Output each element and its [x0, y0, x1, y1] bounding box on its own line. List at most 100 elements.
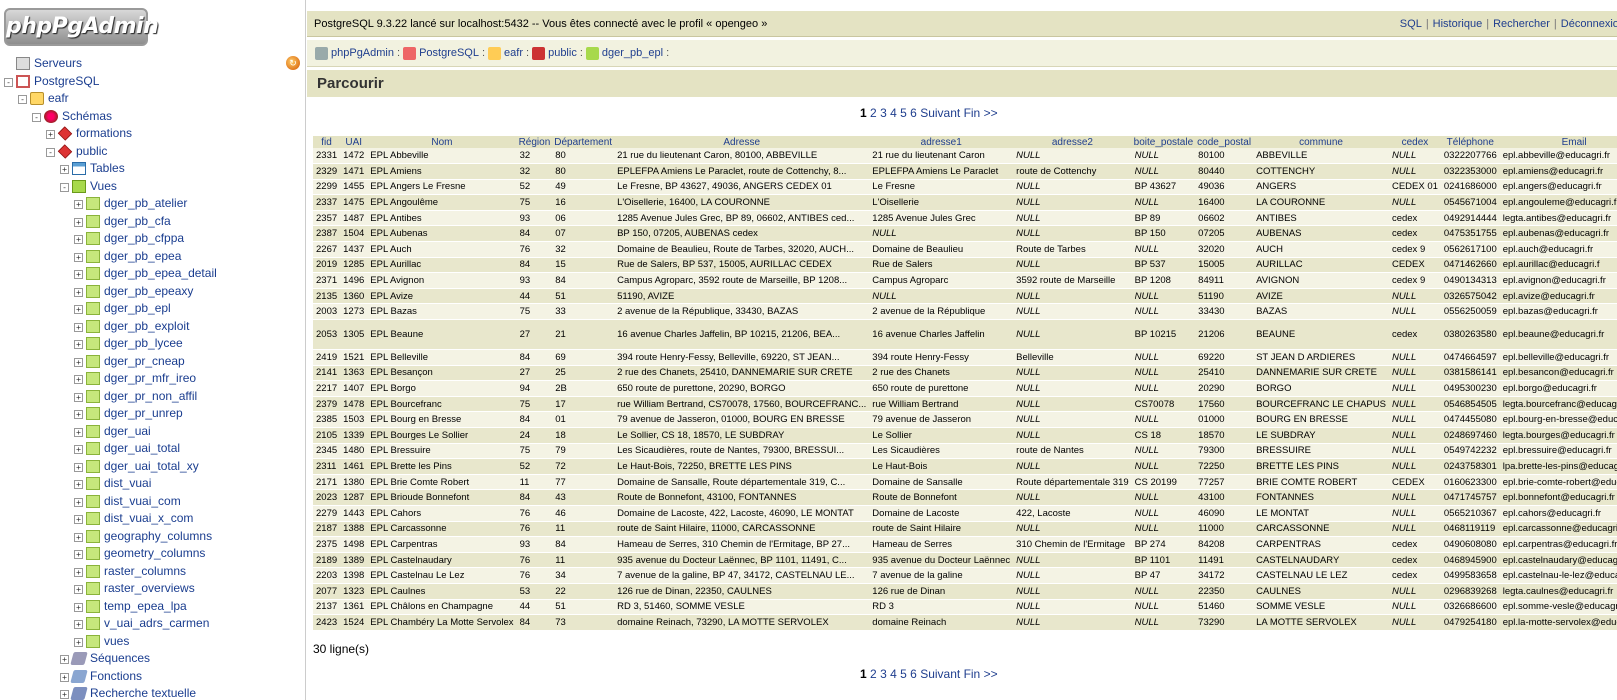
expand-icon[interactable]: +: [74, 375, 83, 384]
column-header[interactable]: Email: [1499, 136, 1617, 148]
tree-item-v-uai-adrs-carmen[interactable]: + v_uai_adrs_carmen: [0, 615, 305, 633]
next-page-link[interactable]: Suivant: [920, 106, 960, 120]
tree-item-label[interactable]: PostgreSQL: [34, 73, 99, 90]
collapse-icon[interactable]: -: [46, 147, 55, 157]
tree-item-label[interactable]: dger_uai_total_xy: [104, 458, 199, 475]
tree-item-label[interactable]: dger_pb_cfppa: [104, 230, 184, 247]
column-header[interactable]: Adresse: [614, 136, 870, 148]
phppgadmin-logo[interactable]: phpPgAdmin: [4, 8, 159, 46]
table-row[interactable]: 2423 1524 EPL Chambéry La Motte Servolex 84…: [313, 614, 1617, 631]
breadcrumb-item[interactable]: public: [548, 47, 577, 59]
column-header[interactable]: commune: [1253, 136, 1389, 148]
tree-item-dger-pr-mfr-ireo[interactable]: + dger_pr_mfr_ireo: [0, 370, 305, 388]
table-row[interactable]: 2345 1480 EPL Bressuire 75 79 Les Sicaudières…: [313, 443, 1617, 460]
tree-item-label[interactable]: dger_pb_epl: [104, 300, 171, 317]
expand-icon[interactable]: +: [74, 252, 83, 262]
expand-icon[interactable]: +: [74, 287, 83, 297]
table-row[interactable]: 2003 1273 EPL Bazas 75 33 2 avenue de la Répu…: [313, 303, 1617, 321]
table-row[interactable]: 2379 1478 EPL Bourcefranc 75 17 rue William B…: [313, 396, 1617, 413]
collapse-icon[interactable]: -: [18, 95, 27, 104]
page-link[interactable]: 4: [890, 106, 897, 120]
tree-item-label[interactable]: dist_vuai_com: [104, 493, 181, 510]
breadcrumb-item[interactable]: eafr: [504, 47, 523, 59]
column-header[interactable]: Région: [516, 136, 553, 148]
search-link[interactable]: Rechercher: [1493, 18, 1550, 30]
logout-link[interactable]: Déconnexion: [1561, 18, 1617, 30]
expand-icon[interactable]: +: [60, 165, 69, 174]
expand-icon[interactable]: +: [74, 637, 83, 647]
table-row[interactable]: 2105 1339 EPL Bourges Le Sollier 24 18 Le Sol…: [313, 427, 1617, 444]
table-row[interactable]: 2171 1380 EPL Brie Comte Robert 11 77 Domaine…: [313, 474, 1617, 491]
table-row[interactable]: 2387 1504 EPL Aubenas 84 07 BP 150, 07205, AU…: [313, 225, 1617, 243]
tree-item-label[interactable]: dist_vuai_x_com: [104, 510, 193, 527]
tree-item-geography-columns[interactable]: + geography_columns: [0, 528, 305, 546]
tree-item-label[interactable]: dger_pr_cneap: [104, 353, 185, 370]
tree-item-label[interactable]: dist_vuai: [104, 475, 151, 492]
tree-item-raster-overviews[interactable]: + raster_overviews: [0, 580, 305, 598]
page-link[interactable]: 4: [890, 667, 897, 681]
table-row[interactable]: 2053 1305 EPL Beaune 27 21 16 avenue Charles …: [313, 319, 1617, 351]
expand-icon[interactable]: +: [74, 270, 83, 279]
table-row[interactable]: 2141 1363 EPL Besançon 27 25 2 rue des Chanet…: [313, 365, 1617, 382]
expand-icon[interactable]: +: [60, 672, 69, 682]
expand-icon[interactable]: +: [60, 690, 69, 699]
tree-item-label[interactable]: Schémas: [62, 108, 112, 125]
table-row[interactable]: 2189 1389 EPL Castelnaudary 76 11 935 avenue …: [313, 552, 1617, 569]
tree-item-eafr[interactable]: - eafr: [0, 90, 305, 108]
table-row[interactable]: 2187 1388 EPL Carcassonne 76 11 route de Sain…: [313, 521, 1617, 538]
column-header[interactable]: Téléphone: [1440, 136, 1500, 148]
tree-item-dger-uai-total[interactable]: + dger_uai_total: [0, 440, 305, 458]
expand-icon[interactable]: +: [74, 550, 83, 559]
page-link[interactable]: 3: [880, 106, 887, 120]
tree-item-dist-vuai-com[interactable]: + dist_vuai_com: [0, 493, 305, 511]
tree-item-dger-pb-cfa[interactable]: + dger_pb_cfa: [0, 213, 305, 231]
tree-item-dist-vuai[interactable]: + dist_vuai: [0, 475, 305, 493]
table-row[interactable]: 2267 1437 EPL Auch 76 32 Domaine de Beaulieu,…: [313, 241, 1617, 258]
tree-item-label[interactable]: vues: [104, 633, 129, 650]
expand-icon[interactable]: +: [74, 445, 83, 454]
table-row[interactable]: 2299 1455 EPL Angers Le Fresne 52 49 Le Fresn…: [313, 179, 1617, 196]
page-link[interactable]: 2: [870, 106, 877, 120]
table-row[interactable]: 2419 1521 EPL Belleville 84 69 394 route Henr…: [313, 349, 1617, 366]
column-header[interactable]: adresse2: [1013, 136, 1132, 148]
tree-item-dger-pb-epea-detail[interactable]: + dger_pb_epea_detail: [0, 265, 305, 283]
table-row[interactable]: 2137 1361 EPL Châlons en Champagne 44 51 RD 3…: [313, 599, 1617, 616]
tree-item-label[interactable]: dger_pb_cfa: [104, 213, 171, 230]
tree-item-fonctions[interactable]: + Fonctions: [0, 668, 305, 686]
tree-item-label[interactable]: dger_uai_total: [104, 440, 180, 457]
tree-item-dger-pb-epl[interactable]: + dger_pb_epl: [0, 300, 305, 318]
tree-item-serveurs[interactable]: Serveurs: [0, 55, 305, 73]
tree-item-label[interactable]: Vues: [90, 178, 117, 195]
expand-icon[interactable]: +: [46, 130, 55, 139]
breadcrumb-item[interactable]: phpPgAdmin: [331, 47, 394, 59]
tree-item-label[interactable]: dger_pb_lycee: [104, 335, 183, 352]
tree-item-dger-pr-cneap[interactable]: + dger_pr_cneap: [0, 353, 305, 371]
tree-item-raster-columns[interactable]: + raster_columns: [0, 563, 305, 581]
expand-icon[interactable]: +: [74, 427, 83, 437]
page-link[interactable]: 5: [900, 667, 907, 681]
expand-icon[interactable]: +: [74, 410, 83, 419]
table-row[interactable]: 2375 1498 EPL Carpentras 93 84 Hameau de Serr…: [313, 536, 1617, 553]
expand-icon[interactable]: +: [74, 462, 83, 472]
tree-item-label[interactable]: formations: [76, 125, 132, 142]
tree-item-label[interactable]: Séquences: [90, 650, 150, 667]
table-row[interactable]: 2203 1398 EPL Castelnau Le Lez 76 34 7 avenue…: [313, 567, 1617, 584]
history-link[interactable]: Historique: [1433, 18, 1483, 30]
tree-item-dger-uai-total-xy[interactable]: + dger_uai_total_xy: [0, 458, 305, 476]
tree-item-label[interactable]: geometry_columns: [104, 545, 205, 562]
tree-item-label[interactable]: dger_uai: [104, 423, 151, 440]
tree-item-label[interactable]: dger_pr_non_affil: [104, 388, 197, 405]
expand-icon[interactable]: +: [74, 357, 83, 367]
table-row[interactable]: 2371 1496 EPL Avignon 93 84 Campus Agroparc, …: [313, 272, 1617, 289]
table-row[interactable]: 2311 1461 EPL Brette les Pins 52 72 Le Haut-B…: [313, 458, 1617, 475]
tree-item-label[interactable]: Fonctions: [90, 668, 142, 685]
collapse-icon[interactable]: -: [4, 77, 13, 87]
column-header[interactable]: fid: [313, 136, 341, 148]
table-row[interactable]: 2279 1443 EPL Cahors 76 46 Domaine de Lacoste…: [313, 505, 1617, 522]
next-page-link[interactable]: Suivant: [920, 667, 960, 681]
column-header[interactable]: adresse1: [869, 136, 1014, 148]
expand-icon[interactable]: +: [74, 200, 83, 209]
tree-item-dger-pb-exploit[interactable]: + dger_pb_exploit: [0, 318, 305, 336]
expand-icon[interactable]: +: [74, 235, 83, 244]
table-row[interactable]: 2385 1503 EPL Bourg en Bresse 84 01 79 avenue…: [313, 411, 1617, 428]
